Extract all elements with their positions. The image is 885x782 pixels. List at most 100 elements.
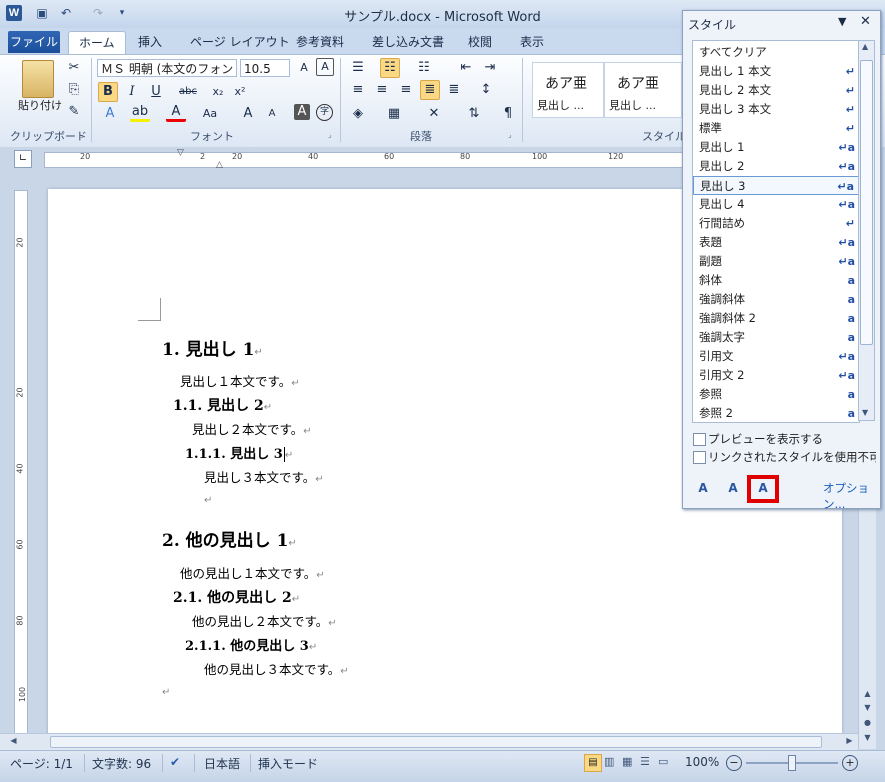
font-color-icon[interactable]: A (166, 104, 186, 122)
numbering-icon[interactable]: ☷ (380, 58, 400, 78)
tab-references[interactable]: 参考資料 (286, 31, 354, 53)
status-language[interactable]: 日本語 (204, 755, 240, 772)
style-gallery-item[interactable]: あア亜 見出し ... (604, 62, 682, 118)
grow-font-size-icon[interactable]: A (238, 104, 258, 124)
multilevel-list-icon[interactable]: ☷ (414, 58, 434, 78)
style-list-item[interactable]: 行間詰め ↵ (693, 214, 859, 233)
zoom-level[interactable]: 100% (685, 755, 719, 769)
style-list-item[interactable]: 見出し 1 ↵a (693, 138, 859, 157)
italic-button[interactable]: I (122, 82, 142, 102)
scroll-right-icon[interactable]: ▶ (842, 734, 857, 748)
heading-1[interactable]: 2. 他の見出し 1↵ (162, 526, 297, 551)
style-list-item[interactable]: 参照 a (693, 385, 859, 404)
align-center-icon[interactable]: ≡ (372, 80, 392, 100)
web-layout-icon[interactable]: ▦ (622, 755, 632, 768)
horizontal-ruler[interactable] (44, 152, 686, 168)
tab-selector-icon[interactable]: ∟ (14, 150, 32, 168)
heading-1[interactable]: 1. 見出し 1↵ (162, 335, 263, 360)
bold-button[interactable]: B (98, 82, 118, 102)
body-text[interactable]: 見出し１本文です。↵ (180, 371, 300, 390)
underline-button[interactable]: U (146, 82, 166, 102)
paragraph-launcher-icon[interactable]: ⌟ (508, 130, 512, 139)
align-right-icon[interactable]: ≡ (396, 80, 416, 100)
empty-paragraph[interactable]: ↵ (162, 683, 170, 698)
highlight-icon[interactable]: ab (130, 104, 150, 122)
style-list-item[interactable]: 斜体 a (693, 271, 859, 290)
tab-view[interactable]: 表示 (510, 31, 554, 53)
borders-icon[interactable]: ▦ (384, 104, 404, 124)
font-size-combo[interactable]: 10.5 (240, 59, 290, 77)
paste-icon[interactable] (22, 60, 54, 98)
scroll-up-icon[interactable]: ▲ (860, 687, 875, 701)
tab-home[interactable]: ホーム (68, 31, 126, 54)
style-list-item[interactable]: 副題 ↵a (693, 252, 859, 271)
style-list-item[interactable]: 見出し 3 本文 ↵ (693, 100, 859, 119)
heading-3[interactable]: 2.1.1. 他の見出し 3↵ (185, 635, 317, 654)
paste-button-label[interactable]: 貼り付け (18, 97, 62, 113)
style-list-item[interactable]: 強調太字 a (693, 328, 859, 347)
style-list-item[interactable]: すべてクリア (693, 43, 859, 62)
distributed-icon[interactable]: ≣ (444, 80, 464, 100)
font-name-combo[interactable]: ＭＳ 明朝 (本文のフォン (97, 59, 237, 77)
zoom-in-icon[interactable]: + (842, 755, 858, 771)
body-text[interactable]: 見出し３本文です。↵ (204, 467, 324, 486)
asian-layout-icon[interactable]: ✕ (424, 104, 444, 124)
outline-icon[interactable]: ☰ (640, 755, 650, 768)
style-list-item[interactable]: 強調斜体 a (693, 290, 859, 309)
align-left-icon[interactable]: ≡ (348, 80, 368, 100)
clipboard-launcher-icon[interactable]: ⌟ (80, 130, 84, 139)
scroll-left-icon[interactable]: ◀ (6, 734, 21, 748)
style-list-item[interactable]: 強調斜体 2 a (693, 309, 859, 328)
text-effects-icon[interactable]: A (100, 104, 120, 124)
font-launcher-icon[interactable]: ⌟ (328, 130, 332, 139)
new-style-icon[interactable]: A (691, 477, 715, 499)
zoom-out-icon[interactable]: − (726, 755, 742, 771)
format-painter-icon[interactable]: ✎ (64, 102, 84, 122)
print-layout-icon[interactable]: ▤ (584, 754, 602, 772)
justify-icon[interactable]: ≣ (420, 80, 440, 100)
full-screen-reading-icon[interactable]: ▥ (604, 755, 614, 768)
style-list-item[interactable]: 見出し 2 本文 ↵ (693, 81, 859, 100)
style-list-item[interactable]: 引用文 ↵a (693, 347, 859, 366)
enclose-characters-icon[interactable]: 字 (316, 104, 333, 121)
change-case-icon[interactable]: Aa (200, 104, 220, 124)
tab-insert[interactable]: 挿入 (128, 31, 172, 53)
tab-page-layout[interactable]: ページ レイアウト (180, 31, 300, 53)
status-mode[interactable]: 挿入モード (258, 755, 318, 772)
body-text[interactable]: 他の見出し１本文です。↵ (180, 563, 325, 582)
styles-list[interactable]: すべてクリア 見出し 1 本文 ↵ 見出し 2 本文 ↵ 見出し 3 本文 ↵ 標準 ↵ 見出し … (692, 40, 860, 423)
hanging-indent-marker[interactable]: △ (216, 160, 223, 170)
status-word-count[interactable]: 文字数: 96 (92, 755, 151, 772)
show-marks-icon[interactable]: ¶ (498, 104, 518, 124)
body-text[interactable]: 他の見出し２本文です。↵ (192, 611, 337, 630)
style-list-item[interactable]: 見出し 3 ↵a (693, 176, 859, 195)
shading-icon[interactable]: ◈ (348, 104, 368, 124)
scroll-down-icon[interactable]: ▼ (860, 701, 875, 715)
superscript-button[interactable]: x² (230, 82, 250, 102)
tab-mailings[interactable]: 差し込み文書 (362, 31, 454, 53)
sort-icon[interactable]: ⇅ (464, 104, 484, 124)
shrink-font-size-icon[interactable]: A (262, 104, 282, 124)
heading-2[interactable]: 1.1. 見出し 2↵ (173, 395, 272, 415)
subscript-button[interactable]: x₂ (208, 82, 228, 102)
pane-close-icon[interactable]: ✕ (860, 14, 871, 29)
style-list-item[interactable]: 標準 ↵ (693, 119, 859, 138)
style-list-item[interactable]: 表題 ↵a (693, 233, 859, 252)
zoom-slider-thumb[interactable] (788, 755, 796, 771)
style-list-item[interactable]: 見出し 4 ↵a (693, 195, 859, 214)
styles-list-scroll-thumb[interactable] (860, 60, 873, 345)
options-link[interactable]: オプション... (823, 480, 885, 512)
show-preview-checkbox[interactable] (693, 433, 706, 446)
pane-menu-icon[interactable]: ▼ (838, 15, 846, 28)
style-list-item[interactable]: 参照 2 a (693, 404, 859, 422)
increase-indent-icon[interactable]: ⇥ (480, 58, 500, 78)
browse-object-icon[interactable]: ● (860, 716, 875, 730)
empty-paragraph[interactable]: ↵ (204, 491, 212, 506)
draft-icon[interactable]: ▭ (658, 755, 668, 768)
grow-font-icon[interactable]: A (294, 58, 314, 78)
strikethrough-button[interactable]: abc (178, 82, 198, 102)
decrease-indent-icon[interactable]: ⇤ (456, 58, 476, 78)
heading-3[interactable]: 1.1.1. 見出し 3 ↵ (185, 443, 293, 462)
disable-linked-styles-checkbox[interactable] (693, 451, 706, 464)
cut-icon[interactable]: ✂ (64, 58, 84, 78)
